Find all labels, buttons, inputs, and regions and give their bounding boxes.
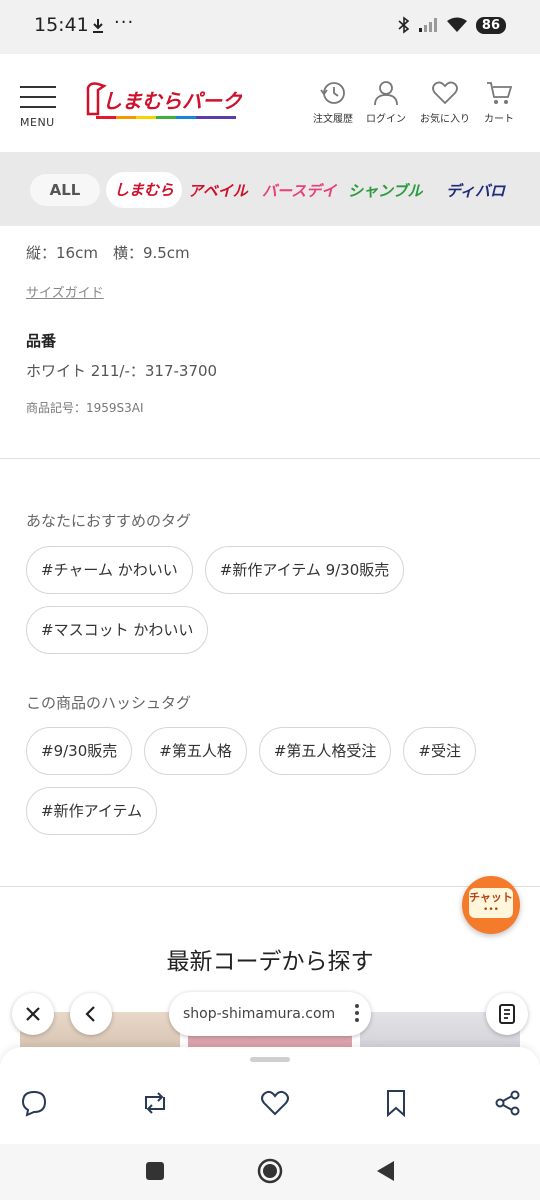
history-icon xyxy=(320,82,345,104)
heart-icon xyxy=(261,1090,289,1116)
tag-chip[interactable]: #マスコット かわいい xyxy=(26,606,209,654)
back-triangle-icon xyxy=(377,1161,394,1181)
recommended-tags-title: あなたにおすすめのタグ xyxy=(26,512,192,530)
home-circle-icon xyxy=(257,1158,283,1184)
wifi-icon xyxy=(446,17,467,32)
sku-value: ホワイト 211/-：317-3700 xyxy=(26,362,218,380)
share-button[interactable] xyxy=(492,1087,524,1119)
status-bar: 15:41 ··· 86 xyxy=(0,0,540,54)
hashtags-list: #9/30販売 #第五人格 #第五人格受注 #受注 #新作アイテム xyxy=(26,727,516,835)
square-icon xyxy=(146,1162,164,1180)
site-header: MENU しまむらパーク 注文履歴 ログイン お気に入り カート xyxy=(0,54,540,152)
status-time: 15:41 xyxy=(34,14,89,36)
tag-chip[interactable]: #9/30販売 xyxy=(26,727,133,775)
brand-shimamura-tab[interactable]: しまむら xyxy=(106,172,182,208)
tag-chip[interactable]: #第五人格 xyxy=(144,727,247,775)
svg-text:しまむらパーク: しまむらパーク xyxy=(102,89,242,113)
section-divider xyxy=(0,886,540,887)
tag-chip[interactable]: #受注 xyxy=(403,727,476,775)
close-button[interactable] xyxy=(12,993,54,1035)
size-text: 縦：16cm 横：9.5cm xyxy=(26,244,190,262)
heart-icon xyxy=(432,81,458,105)
tag-chip[interactable]: #新作アイテム 9/30販売 xyxy=(204,546,405,594)
chat-dots: ••• xyxy=(483,905,499,915)
reader-button[interactable] xyxy=(486,993,528,1035)
url-bar[interactable]: shop-shimamura.com xyxy=(169,992,371,1036)
brand-bar: ALL しまむら アベイル バースデイ シャンブル ディバロ xyxy=(0,152,540,226)
status-right: 86 xyxy=(398,16,506,34)
cart-icon xyxy=(487,82,513,104)
brand-birthday-tab[interactable]: バースデイ xyxy=(262,180,336,201)
status-more-icon: ··· xyxy=(114,12,135,33)
bluetooth-icon xyxy=(398,16,410,34)
size-guide-link[interactable]: サイズガイド xyxy=(26,282,104,301)
share-icon xyxy=(495,1090,520,1116)
shimamura-park-logo[interactable]: しまむらパーク xyxy=(82,78,242,128)
home-button[interactable] xyxy=(255,1156,285,1186)
login-label: ログイン xyxy=(366,114,406,125)
bookmark-icon xyxy=(387,1090,405,1117)
url-more-icon[interactable] xyxy=(355,1004,359,1025)
bottom-action-sheet xyxy=(0,1047,540,1144)
download-icon xyxy=(93,19,103,33)
menu-button[interactable]: MENU xyxy=(20,86,60,136)
recents-button[interactable] xyxy=(140,1156,170,1186)
signal-icon xyxy=(418,18,437,32)
repost-icon xyxy=(145,1092,165,1114)
recommended-tags-list: #チャーム かわいい #新作アイテム 9/30販売 #マスコット かわいい xyxy=(26,546,516,654)
comment-button[interactable] xyxy=(18,1087,50,1119)
battery-badge: 86 xyxy=(475,16,506,34)
back-button[interactable] xyxy=(70,993,112,1035)
brand-avail-tab[interactable]: アベイル xyxy=(188,180,248,201)
chat-label: チャット xyxy=(469,891,513,904)
back-nav-button[interactable] xyxy=(370,1156,400,1186)
close-icon xyxy=(26,1007,40,1021)
latest-coords-title: 最新コーデから探す xyxy=(166,949,374,975)
reader-icon xyxy=(499,1004,515,1024)
tag-chip[interactable]: #新作アイテム xyxy=(26,787,158,835)
chat-button[interactable]: チャット ••• xyxy=(462,876,520,934)
bookmark-button[interactable] xyxy=(380,1087,412,1119)
tag-chip[interactable]: #第五人格受注 xyxy=(258,727,392,775)
item-code: 商品記号：1959S3AI xyxy=(26,401,144,415)
sku-heading: 品番 xyxy=(26,332,57,350)
user-icon xyxy=(374,81,398,106)
brand-divalo-tab[interactable]: ディバロ xyxy=(446,180,505,201)
sheet-handle[interactable] xyxy=(250,1057,290,1062)
hamburger-icon xyxy=(20,86,60,108)
tag-chip[interactable]: #チャーム かわいい xyxy=(26,546,193,594)
like-button[interactable] xyxy=(259,1087,291,1119)
repost-button[interactable] xyxy=(139,1087,171,1119)
chevron-left-icon xyxy=(85,1006,95,1022)
menu-label: MENU xyxy=(20,116,55,129)
brand-chambre-tab[interactable]: シャンブル xyxy=(348,180,423,201)
cart-label: カート xyxy=(484,114,514,125)
url-text: shop-shimamura.com xyxy=(183,1006,336,1022)
login-button[interactable]: ログイン xyxy=(353,80,419,125)
system-nav-bar xyxy=(0,1144,540,1200)
section-divider xyxy=(0,458,540,459)
hashtags-title: この商品のハッシュタグ xyxy=(26,694,192,712)
brand-all-tab[interactable]: ALL xyxy=(30,174,100,206)
comment-icon xyxy=(21,1090,47,1117)
chat-bubble-icon: チャット ••• xyxy=(469,888,513,918)
cart-button[interactable]: カート xyxy=(466,80,532,125)
